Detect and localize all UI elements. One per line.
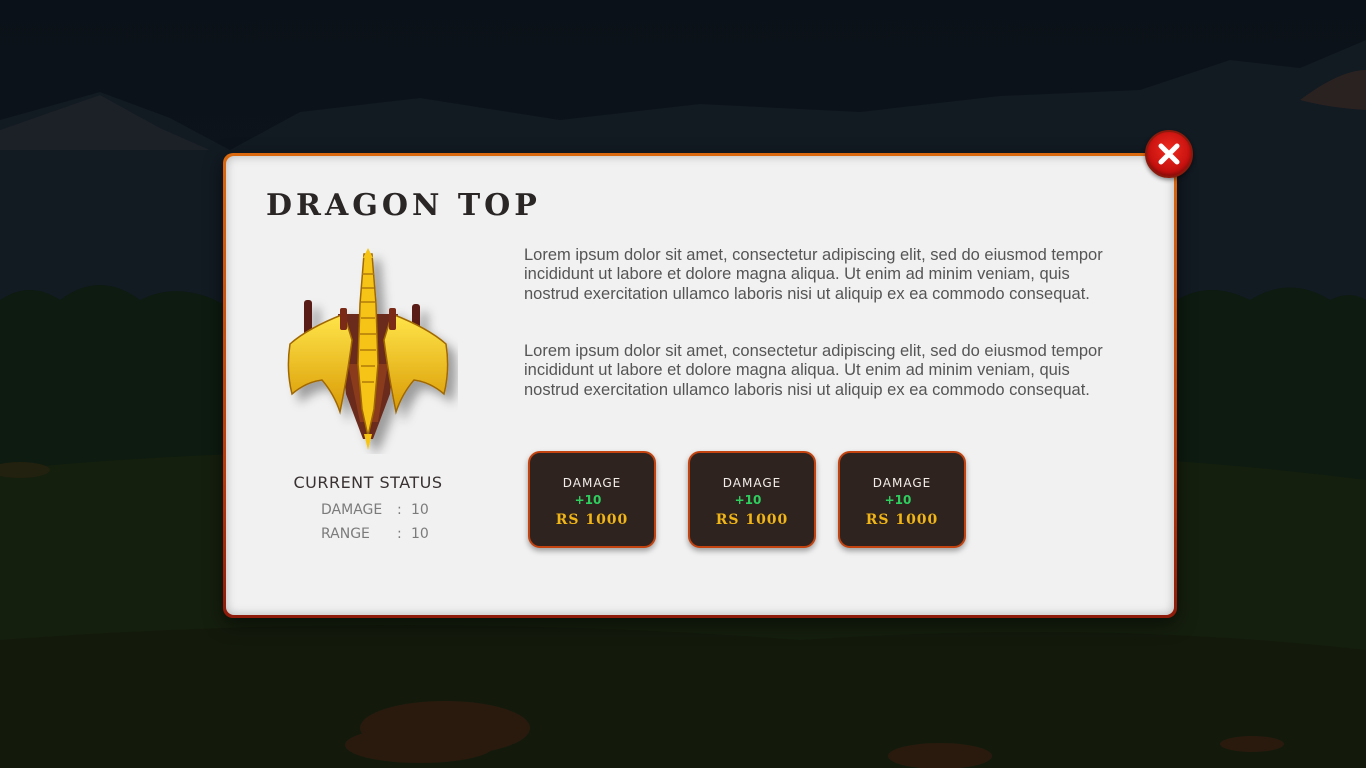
upgrade-card-3[interactable]: DAMAGE +10 RS 1000 [838,451,966,548]
close-icon [1158,143,1180,165]
description-paragraph-1: Lorem ipsum dolor sit amet, consectetur … [524,246,1103,303]
item-title: DRAGON TOP [266,188,541,223]
upgrade-price: RS 1000 [715,512,789,528]
current-status-heading: CURRENT STATUS [293,473,443,492]
upgrade-price: RS 1000 [555,512,629,528]
upgrade-bonus: +10 [574,493,602,507]
upgrade-card-1[interactable]: DAMAGE +10 RS 1000 [528,451,656,548]
upgrade-label: DAMAGE [722,476,782,490]
close-button[interactable] [1145,130,1193,178]
stat-separator: : [397,502,402,518]
stat-value: 10 [411,502,429,518]
description-paragraph-2: Lorem ipsum dolor sit amet, consectetur … [524,342,1103,399]
stat-row-range: RANGE:10 [321,526,429,542]
upgrade-bonus: +10 [884,493,912,507]
stat-label: RANGE [321,526,370,542]
stat-separator: : [397,526,402,542]
stat-row-damage: DAMAGE:10 [321,502,429,518]
upgrade-label: DAMAGE [562,476,622,490]
stat-value: 10 [411,526,429,542]
upgrade-bonus: +10 [734,493,762,507]
stat-label: DAMAGE [321,502,383,518]
upgrade-label: DAMAGE [872,476,932,490]
upgrade-card-2[interactable]: DAMAGE +10 RS 1000 [688,451,816,548]
upgrade-price: RS 1000 [865,512,939,528]
dragon-top-icon [287,248,449,450]
game-screen: DRAGON TOP CURRENT STATUS DAMAGE: 10 RA… [0,0,1366,768]
